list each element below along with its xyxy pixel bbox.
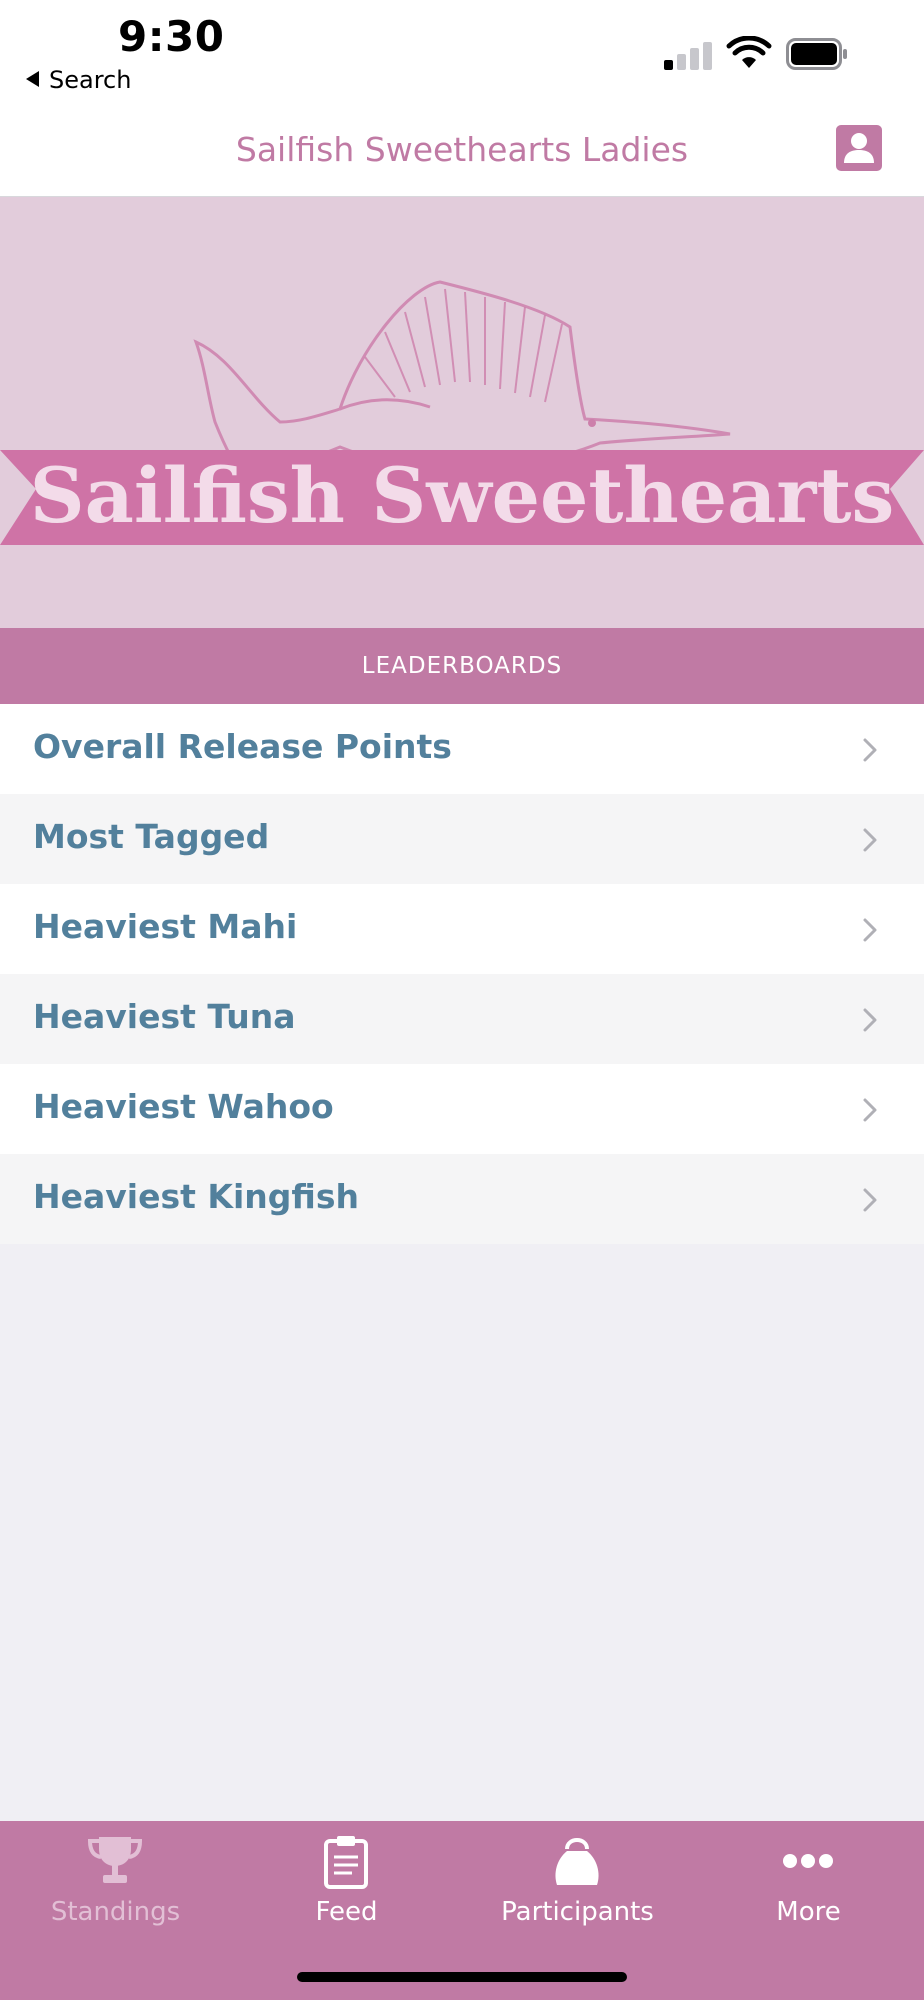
trophy-icon (87, 1837, 143, 1883)
sailfish-logo: Sailfish Sweethearts (0, 280, 924, 545)
wifi-icon (726, 36, 772, 68)
tournament-banner: Sailfish Sweethearts (0, 197, 924, 628)
person-icon (844, 133, 874, 163)
list-item-label: Heaviest Kingfish (33, 1177, 359, 1216)
list-item-label: Heaviest Mahi (33, 907, 298, 946)
chevron-right-icon (863, 1008, 877, 1032)
list-item-heaviest-mahi[interactable]: Heaviest Mahi (0, 884, 924, 974)
cellular-signal-icon (664, 40, 714, 70)
list-item-heaviest-wahoo[interactable]: Heaviest Wahoo (0, 1064, 924, 1154)
tab-label: Feed (315, 1897, 378, 1927)
list-item-label: Most Tagged (33, 817, 270, 856)
leaderboard-list: Overall Release Points Most Tagged Heavi… (0, 704, 924, 1244)
battery-icon (786, 38, 847, 70)
status-bar: 9:30 Search (0, 0, 924, 108)
list-item-heaviest-kingfish[interactable]: Heaviest Kingfish (0, 1154, 924, 1244)
page-title: Sailfish Sweethearts Ladies (235, 130, 689, 169)
tab-standings[interactable]: Standings (0, 1821, 231, 1941)
clipboard-icon (324, 1836, 368, 1889)
leaderboards-section-header: LEADERBOARDS (0, 628, 924, 704)
banner-text: Sailfish Sweethearts (30, 451, 895, 540)
tab-participants[interactable]: Participants (462, 1821, 693, 1941)
back-arrow-icon (26, 71, 39, 87)
tab-more[interactable]: More (693, 1821, 924, 1941)
tab-label: Standings (50, 1897, 181, 1927)
status-time: 9:30 (118, 12, 225, 61)
list-item-overall-release-points[interactable]: Overall Release Points (0, 704, 924, 794)
tab-label: More (776, 1897, 841, 1927)
list-item-label: Overall Release Points (33, 727, 452, 766)
back-to-search-button[interactable]: Search (26, 66, 131, 94)
section-label: LEADERBOARDS (361, 653, 563, 679)
chevron-right-icon (863, 1188, 877, 1212)
chevron-right-icon (863, 1098, 877, 1122)
chevron-right-icon (863, 828, 877, 852)
app-header: Sailfish Sweethearts Ladies (0, 108, 924, 197)
list-item-label: Heaviest Tuna (33, 997, 296, 1036)
participants-icon (555, 1838, 599, 1885)
list-item-most-tagged[interactable]: Most Tagged (0, 794, 924, 884)
back-label: Search (49, 66, 132, 94)
list-item-label: Heaviest Wahoo (33, 1087, 334, 1126)
list-item-heaviest-tuna[interactable]: Heaviest Tuna (0, 974, 924, 1064)
chevron-right-icon (863, 738, 877, 762)
tab-feed[interactable]: Feed (231, 1821, 462, 1941)
chevron-right-icon (863, 918, 877, 942)
profile-button[interactable] (836, 125, 882, 171)
more-dots-icon (783, 1854, 833, 1868)
home-indicator (297, 1972, 627, 1982)
tab-label: Participants (501, 1897, 654, 1927)
